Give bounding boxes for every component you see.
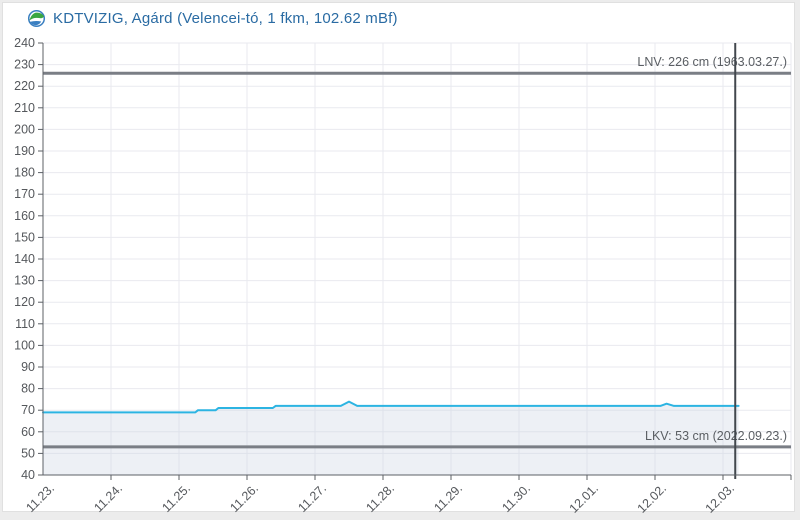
- y-tick-label: 180: [14, 166, 35, 180]
- y-tick-label: 200: [14, 122, 35, 136]
- y-tick-label: 50: [21, 446, 35, 460]
- y-tick-label: 220: [14, 79, 35, 93]
- y-tick-label: 160: [14, 209, 35, 223]
- y-tick-label: 170: [14, 187, 35, 201]
- y-tick-label: 230: [14, 58, 35, 72]
- x-tick-label: 11.30.: [499, 481, 533, 515]
- reference-label-lkv: LKV: 53 cm (2022.09.23.): [645, 429, 787, 443]
- station-title: KDTVIZIG, Agárd (Velencei-tó, 1 fkm, 102…: [53, 10, 398, 27]
- x-tick-label: 11.25.: [159, 481, 193, 515]
- water-level-chart[interactable]: LNV: 226 cm (1963.03.27.) LKV: 53 cm (202…: [3, 33, 794, 511]
- chart-header: KDTVIZIG, Agárd (Velencei-tó, 1 fkm, 102…: [3, 3, 794, 33]
- x-tick-label: 11.28.: [363, 481, 397, 515]
- x-tick-label: 11.27.: [295, 481, 329, 515]
- y-tick-label: 190: [14, 144, 35, 158]
- y-tick-label: 90: [21, 360, 35, 374]
- y-tick-label: 40: [21, 468, 35, 482]
- x-tick-label: 11.23.: [23, 481, 57, 515]
- y-tick-label: 240: [14, 36, 35, 50]
- x-tick-label: 12.01.: [567, 481, 601, 515]
- water-authority-globe-icon: [27, 9, 46, 28]
- x-tick-label: 11.26.: [227, 481, 261, 515]
- chart-card: KDTVIZIG, Agárd (Velencei-tó, 1 fkm, 102…: [2, 2, 795, 512]
- x-tick-label: 12.02.: [635, 481, 669, 515]
- y-tick-label: 130: [14, 274, 35, 288]
- y-tick-label: 140: [14, 252, 35, 266]
- y-tick-label: 80: [21, 382, 35, 396]
- x-tick-label: 11.29.: [431, 481, 465, 515]
- y-tick-label: 60: [21, 425, 35, 439]
- y-tick-label: 70: [21, 403, 35, 417]
- x-tick-label: 12.03.: [703, 481, 737, 515]
- x-tick-label: 11.24.: [91, 481, 125, 515]
- y-tick-label: 110: [15, 317, 35, 331]
- y-tick-label: 120: [14, 295, 35, 309]
- reference-label-lnv: LNV: 226 cm (1963.03.27.): [637, 55, 787, 69]
- y-tick-label: 100: [14, 338, 35, 352]
- y-tick-label: 210: [14, 101, 35, 115]
- y-tick-label: 150: [14, 230, 35, 244]
